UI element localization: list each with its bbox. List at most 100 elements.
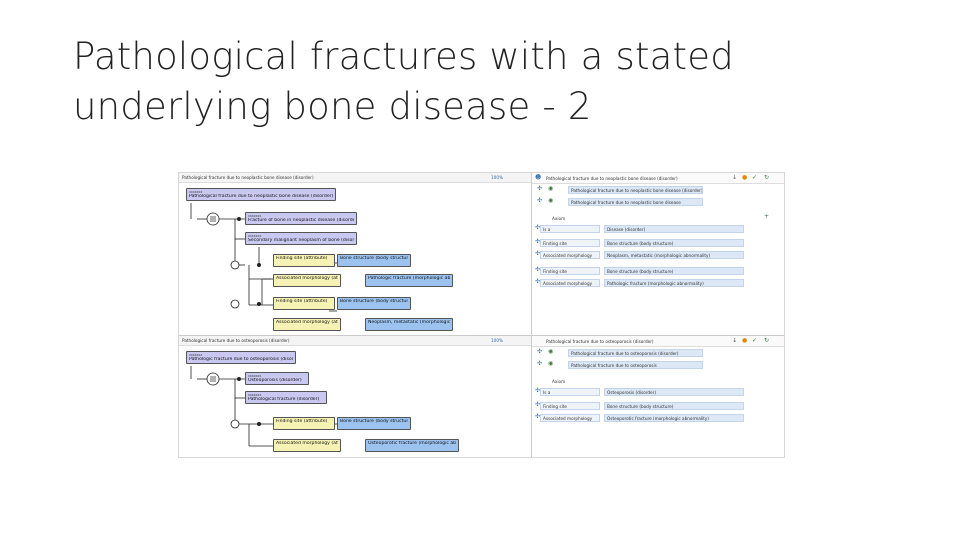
- bottom-value-field-2[interactable]: Bone structure (body structure): [604, 402, 744, 410]
- download-icon[interactable]: ↓: [732, 174, 737, 182]
- bottom-concept-diagram: Pathological fracture due to osteoporosi…: [179, 335, 531, 457]
- bottom-description-row-2: ✣ ◉ Pathological fracture due to osteopo…: [532, 360, 784, 370]
- bottom-attr-1-text: Is a: [543, 390, 551, 395]
- bottom-description-2-text: Pathological fracture due to osteoporosi…: [571, 363, 657, 368]
- top-group1-attr-2-label: Associated morphology (attribute): [276, 276, 338, 281]
- bottom-root-label: Pathologic fracture due to osteoporosis …: [189, 357, 293, 362]
- top-group1-value-1[interactable]: Bone structure (body structure): [337, 254, 411, 267]
- lock-icon: ◉: [548, 185, 554, 192]
- top-parent-2-label: Secondary malignant neoplasm of bone (di…: [248, 238, 354, 243]
- top-value-field-5[interactable]: Pathologic fracture (morphologic abnorma…: [604, 279, 744, 287]
- warning-icon[interactable]: ●: [742, 174, 747, 182]
- refresh-icon[interactable]: ↻: [764, 337, 769, 345]
- top-value-field-3[interactable]: Neoplasm, metastatic (morphologic abnorm…: [604, 251, 744, 259]
- top-value-3-text: Neoplasm, metastatic (morphologic abnorm…: [607, 253, 711, 258]
- bottom-attr-field-2[interactable]: Finding site: [540, 402, 600, 410]
- bottom-description-field-1[interactable]: Pathological fracture due to osteoporosi…: [568, 349, 703, 357]
- top-axiom-row-2: ✣ Finding site Bone structure (body stru…: [532, 238, 784, 248]
- move-icon[interactable]: ✣: [537, 348, 542, 356]
- check-icon[interactable]: ✓: [752, 337, 757, 345]
- refresh-icon[interactable]: ↻: [764, 174, 769, 182]
- bottom-value-1-text: Osteoporosis (disorder): [607, 390, 656, 395]
- top-axiom-row-5: ✣ Associated morphology Pathologic fract…: [532, 278, 784, 288]
- top-attr-field-1[interactable]: Is a: [540, 225, 600, 233]
- top-value-5-text: Pathologic fracture (morphologic abnorma…: [607, 281, 704, 286]
- bottom-panel-concept-title: Pathological fracture due to osteoporosi…: [546, 339, 654, 344]
- bottom-parent-1-label: Osteoporosis (disorder): [248, 378, 302, 383]
- top-attr-field-2[interactable]: Finding site: [540, 239, 600, 247]
- top-attr-1-text: Is a: [543, 227, 551, 232]
- lock-icon: ◉: [548, 360, 554, 367]
- bottom-attr-field-3[interactable]: Associated morphology: [540, 414, 600, 422]
- top-attr-field-5[interactable]: Associated morphology: [540, 279, 600, 287]
- bottom-parent-2-label: Pathological fracture (disorder): [248, 397, 320, 402]
- top-axiom-row-1: ✣ Is a Disease (disorder): [532, 224, 784, 234]
- bottom-axiom-row-1: ✣ Is a Osteoporosis (disorder): [532, 387, 784, 397]
- bottom-axiom-label: Axiom: [552, 379, 566, 384]
- download-icon[interactable]: ↓: [732, 337, 737, 345]
- top-concept-panel: ☻ Pathological fracture due to neoplasti…: [531, 173, 784, 335]
- top-group1-attr-1[interactable]: Finding site (attribute): [273, 254, 335, 267]
- top-group2-attr-2[interactable]: Associated morphology (attribute): [273, 318, 341, 331]
- top-panel-toolbar: ☻ Pathological fracture due to neoplasti…: [532, 173, 784, 184]
- top-group2-attr-2-label: Associated morphology (attribute): [276, 320, 338, 325]
- top-group2-value-1[interactable]: Bone structure (body structure): [337, 297, 411, 310]
- top-group1-value-2[interactable]: Pathologic fracture (morphologic abnorma…: [365, 274, 453, 287]
- top-attr-field-3[interactable]: Associated morphology: [540, 251, 600, 259]
- top-group2-value-1-label: Bone structure (body structure): [340, 299, 408, 304]
- top-attr-field-4[interactable]: Finding site: [540, 267, 600, 275]
- top-concept-diagram: Pathological fracture due to neoplastic …: [179, 173, 531, 333]
- top-axiom-label: Axiom: [552, 216, 566, 221]
- bottom-group1-value-1-label: Bone structure (body structure): [340, 419, 408, 424]
- bottom-value-field-1[interactable]: Osteoporosis (disorder): [604, 388, 744, 396]
- bottom-value-field-3[interactable]: Osteoporotic fracture (morphologic abnor…: [604, 414, 744, 422]
- top-root-label: Pathological fracture due to neoplastic …: [189, 194, 333, 199]
- bottom-group1-value-2[interactable]: Osteoporotic fracture (morphologic abnor…: [365, 439, 459, 452]
- concept-editor-screenshot: Pathological fracture due to neoplastic …: [178, 172, 785, 458]
- bottom-parent-node-2[interactable]: xxxxxxx Pathological fracture (disorder): [245, 391, 327, 404]
- top-value-1-text: Disease (disorder): [607, 227, 646, 232]
- bottom-group1-value-2-label: Osteoporotic fracture (morphologic abnor…: [368, 441, 456, 446]
- top-description-2-text: Pathological fracture due to neoplastic …: [571, 200, 681, 205]
- top-group1-attr-2[interactable]: Associated morphology (attribute): [273, 274, 341, 287]
- top-value-field-2[interactable]: Bone structure (body structure): [604, 239, 744, 247]
- bottom-axiom-row-2: ✣ Finding site Bone structure (body stru…: [532, 401, 784, 411]
- bottom-group1-attr-2[interactable]: Associated morphology (attribute): [273, 439, 341, 452]
- bottom-parent-node-1[interactable]: xxxxxxx Osteoporosis (disorder): [245, 372, 309, 385]
- top-group2-value-2[interactable]: Neoplasm, metastatic (morphologic abnorm…: [365, 318, 453, 331]
- move-icon[interactable]: ✣: [537, 197, 542, 205]
- top-parent-node-2[interactable]: xxxxxxx Secondary malignant neoplasm of …: [245, 232, 357, 245]
- move-icon[interactable]: ✣: [537, 360, 542, 368]
- bottom-panel-toolbar: Pathological fracture due to osteoporosi…: [532, 336, 784, 347]
- top-group2-attr-1[interactable]: Finding site (attribute): [273, 297, 335, 310]
- warning-icon[interactable]: ●: [742, 337, 747, 345]
- slide-title: Pathological fractures with a stated und…: [73, 32, 893, 132]
- top-value-field-1[interactable]: Disease (disorder): [604, 225, 744, 233]
- user-icon[interactable]: ☻: [535, 174, 541, 182]
- top-group1-value-1-label: Bone structure (body structure): [340, 256, 408, 261]
- top-panel-concept-title: Pathological fracture due to neoplastic …: [546, 176, 678, 181]
- bottom-value-2-text: Bone structure (body structure): [607, 404, 674, 409]
- move-icon[interactable]: ✣: [537, 185, 542, 193]
- bottom-description-row-1: ✣ ◉ Pathological fracture due to osteopo…: [532, 348, 784, 358]
- bottom-group1-value-1[interactable]: Bone structure (body structure): [337, 417, 411, 430]
- top-group1-attr-1-label: Finding site (attribute): [276, 256, 328, 261]
- top-value-field-4[interactable]: Bone structure (body structure): [604, 267, 744, 275]
- bottom-group1-attr-1[interactable]: Finding site (attribute): [273, 417, 335, 430]
- check-icon[interactable]: ✓: [752, 174, 757, 182]
- bottom-axiom-row-3: ✣ Associated morphology Osteoporotic fra…: [532, 413, 784, 423]
- bottom-attr-field-1[interactable]: Is a: [540, 388, 600, 396]
- top-root-concept-node[interactable]: xxxxxxx Pathological fracture due to neo…: [186, 188, 336, 201]
- top-group2-attr-1-label: Finding site (attribute): [276, 299, 328, 304]
- top-value-2-text: Bone structure (body structure): [607, 241, 674, 246]
- top-description-field-2[interactable]: Pathological fracture due to neoplastic …: [568, 198, 703, 206]
- top-description-field-1[interactable]: Pathological fracture due to neoplastic …: [568, 186, 703, 194]
- bottom-description-1-text: Pathological fracture due to osteoporosi…: [571, 351, 679, 356]
- slide-title-line-2: underlying bone disease - 2: [73, 85, 592, 128]
- add-icon[interactable]: +: [764, 213, 769, 221]
- bottom-attr-3-text: Associated morphology: [543, 416, 593, 421]
- bottom-description-field-2[interactable]: Pathological fracture due to osteoporosi…: [568, 361, 703, 369]
- top-parent-node-1[interactable]: xxxxxxx Fracture of bone in neoplastic d…: [245, 212, 357, 225]
- bottom-root-concept-node[interactable]: xxxxxxx Pathologic fracture due to osteo…: [186, 351, 296, 364]
- lock-icon: ◉: [548, 197, 554, 204]
